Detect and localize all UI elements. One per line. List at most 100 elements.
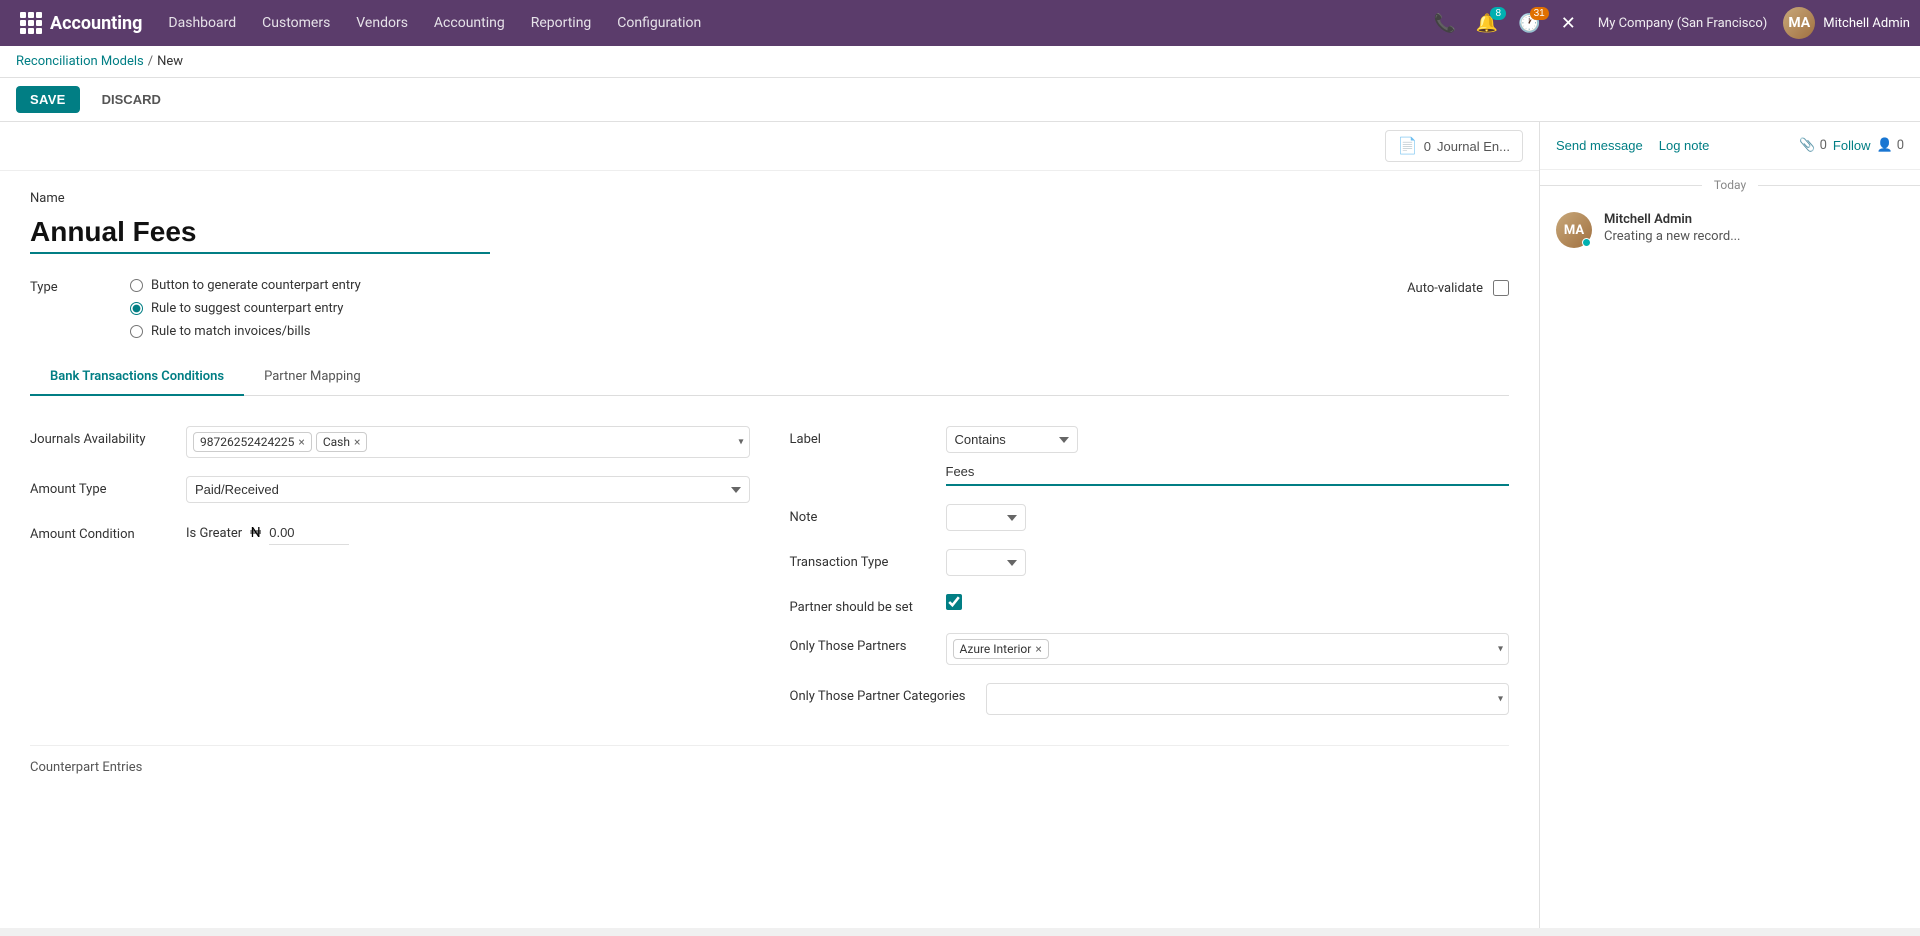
partner-tag-1-remove[interactable]: × bbox=[1035, 643, 1041, 655]
journal-label: Journal En... bbox=[1437, 139, 1510, 154]
name-input[interactable] bbox=[30, 212, 490, 254]
partner-set-value bbox=[946, 594, 1510, 614]
counterpart-title: Counterpart Entries bbox=[30, 760, 1509, 775]
amount-type-value: Paid/Received All Credit Only Debit Only bbox=[186, 476, 750, 503]
note-select[interactable]: Contains Is bbox=[946, 504, 1026, 531]
app-brand[interactable]: Accounting bbox=[10, 12, 152, 34]
transaction-type-row: Transaction Type bbox=[790, 549, 1510, 576]
chatter-header: Send message Log note 📎 0 Follow 👤 0 bbox=[1540, 122, 1920, 170]
nav-dashboard[interactable]: Dashboard bbox=[156, 7, 248, 39]
notifications-btn[interactable]: 🔔 8 bbox=[1470, 9, 1504, 38]
only-partners-tags-wrapper: Azure Interior × ▾ bbox=[946, 633, 1510, 665]
label-contains-select[interactable]: Contains Is Does not contain bbox=[946, 426, 1078, 453]
amount-condition-value: Is Greater ₦ bbox=[186, 521, 750, 545]
avatar[interactable]: MA bbox=[1783, 7, 1815, 39]
breadcrumb-parent[interactable]: Reconciliation Models bbox=[16, 54, 144, 69]
amount-type-select[interactable]: Paid/Received All Credit Only Debit Only bbox=[186, 476, 750, 503]
nav-accounting[interactable]: Accounting bbox=[422, 7, 517, 39]
company-name: My Company (San Francisco) bbox=[1590, 16, 1775, 31]
journal-count: 0 bbox=[1424, 139, 1431, 154]
partner-categories-tags-container[interactable] bbox=[986, 683, 1510, 715]
only-partners-tags-container[interactable]: Azure Interior × bbox=[946, 633, 1510, 665]
activities-badge: 31 bbox=[1530, 7, 1549, 20]
type-section: Type Button to generate counterpart entr… bbox=[30, 278, 1509, 339]
label-row: Label Contains Is Does not contain bbox=[790, 426, 1510, 486]
paperclip-icon-item: 📎 0 bbox=[1799, 138, 1827, 153]
nav-vendors[interactable]: Vendors bbox=[344, 7, 420, 39]
form-content: Name Type Button to generate counterpart… bbox=[0, 171, 1539, 805]
divider-label: Today bbox=[1702, 178, 1758, 192]
chatter-message: MA Mitchell Admin Creating a new record.… bbox=[1540, 200, 1920, 260]
journal-entries-btn[interactable]: 📄 0 Journal En... bbox=[1385, 130, 1523, 162]
transaction-type-select[interactable] bbox=[946, 549, 1026, 576]
type-option-rule-match-label: Rule to match invoices/bills bbox=[151, 324, 311, 339]
action-bar: SAVE DISCARD bbox=[0, 78, 1920, 122]
partner-categories-tags-wrapper: ▾ bbox=[986, 683, 1510, 715]
amount-condition-input[interactable] bbox=[269, 521, 349, 545]
avatar-image: MA bbox=[1783, 7, 1815, 39]
save-button[interactable]: SAVE bbox=[16, 86, 80, 113]
journal-icon: 📄 bbox=[1398, 136, 1418, 156]
note-label: Note bbox=[790, 504, 930, 525]
nav-reporting[interactable]: Reporting bbox=[519, 7, 604, 39]
partner-set-checkbox[interactable] bbox=[946, 594, 962, 610]
amount-condition-symbol: ₦ bbox=[250, 525, 261, 541]
log-note-btn[interactable]: Log note bbox=[1659, 134, 1710, 157]
type-radio-rule-suggest[interactable] bbox=[130, 302, 143, 315]
name-field-group: Name bbox=[30, 191, 1509, 278]
notifications-badge: 8 bbox=[1490, 7, 1506, 20]
top-navigation: Accounting Dashboard Customers Vendors A… bbox=[0, 0, 1920, 46]
label-contains-row: Contains Is Does not contain bbox=[946, 426, 1510, 453]
phone-icon: 📞 bbox=[1433, 13, 1455, 34]
partner-set-row: Partner should be set bbox=[790, 594, 1510, 615]
journal-tag-2-label: Cash bbox=[323, 435, 350, 449]
nav-configuration[interactable]: Configuration bbox=[605, 7, 713, 39]
followers-count: 0 bbox=[1897, 138, 1904, 153]
partner-tag-1[interactable]: Azure Interior × bbox=[953, 639, 1049, 659]
only-partners-value: Azure Interior × ▾ bbox=[946, 633, 1510, 665]
autovalidate-label: Auto-validate bbox=[1407, 281, 1483, 296]
main-layout: 📄 0 Journal En... Name Type Button bbox=[0, 122, 1920, 928]
tab-bank-transactions[interactable]: Bank Transactions Conditions bbox=[30, 359, 244, 396]
send-message-btn[interactable]: Send message bbox=[1556, 134, 1643, 157]
messages-count: 0 bbox=[1820, 138, 1827, 153]
close-icon-btn[interactable]: ✕ bbox=[1555, 9, 1582, 38]
partner-categories-label: Only Those Partner Categories bbox=[790, 683, 970, 704]
journal-tag-1-remove[interactable]: × bbox=[298, 436, 304, 448]
autovalidate-checkbox[interactable] bbox=[1493, 280, 1509, 296]
type-option-rule-match[interactable]: Rule to match invoices/bills bbox=[130, 324, 361, 339]
person-icon: 👤 bbox=[1877, 138, 1893, 153]
tab-partner-mapping[interactable]: Partner Mapping bbox=[244, 359, 381, 396]
follow-btn[interactable]: Follow bbox=[1833, 138, 1871, 153]
journal-tag-2-remove[interactable]: × bbox=[354, 436, 360, 448]
note-value: Contains Is bbox=[946, 504, 1510, 531]
type-option-rule-suggest[interactable]: Rule to suggest counterpart entry bbox=[130, 301, 361, 316]
transaction-type-value bbox=[946, 549, 1510, 576]
journals-value: 98726252424225 × Cash × ▾ bbox=[186, 426, 750, 458]
type-radio-rule-match[interactable] bbox=[130, 325, 143, 338]
user-name[interactable]: Mitchell Admin bbox=[1823, 16, 1910, 31]
type-option-button[interactable]: Button to generate counterpart entry bbox=[130, 278, 361, 293]
phone-icon-btn[interactable]: 📞 bbox=[1427, 9, 1461, 38]
type-label: Type bbox=[30, 278, 90, 295]
discard-button[interactable]: DISCARD bbox=[88, 86, 175, 113]
tab-content: Journals Availability 98726252424225 × bbox=[30, 416, 1509, 725]
breadcrumb-current: New bbox=[157, 54, 183, 69]
topnav-right: 📞 🔔 8 🕐 31 ✕ My Company (San Francisco) … bbox=[1427, 7, 1910, 39]
activities-btn[interactable]: 🕐 31 bbox=[1512, 9, 1546, 38]
type-option-button-label: Button to generate counterpart entry bbox=[151, 278, 361, 293]
label-field-value: Contains Is Does not contain bbox=[946, 426, 1510, 486]
chatter-avatar: MA bbox=[1556, 212, 1592, 248]
chatter: Send message Log note 📎 0 Follow 👤 0 Tod… bbox=[1540, 122, 1920, 928]
transaction-type-label: Transaction Type bbox=[790, 549, 930, 570]
journal-tag-1[interactable]: 98726252424225 × bbox=[193, 432, 312, 452]
form-area: 📄 0 Journal En... Name Type Button bbox=[0, 122, 1540, 928]
label-input[interactable] bbox=[946, 459, 1510, 486]
type-radio-button[interactable] bbox=[130, 279, 143, 292]
partner-tag-1-label: Azure Interior bbox=[960, 642, 1032, 656]
amount-condition-input-row: Is Greater ₦ bbox=[186, 521, 750, 545]
journals-tags-container[interactable]: 98726252424225 × Cash × bbox=[186, 426, 750, 458]
tab-right-column: Label Contains Is Does not contain bbox=[790, 426, 1510, 715]
nav-customers[interactable]: Customers bbox=[250, 7, 342, 39]
journal-tag-2[interactable]: Cash × bbox=[316, 432, 368, 452]
